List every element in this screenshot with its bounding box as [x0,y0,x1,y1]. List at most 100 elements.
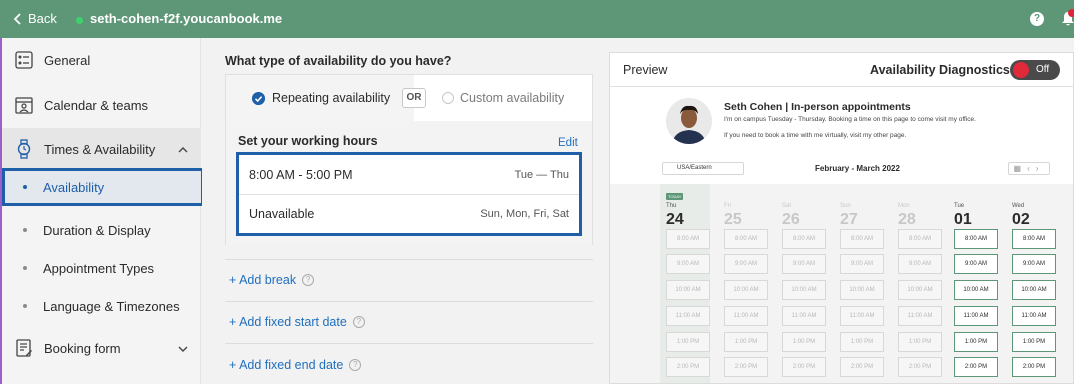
day-name: Sat [782,203,792,209]
today-tag: TODAY [666,193,684,200]
day-column: Sun 27 8:00 AM 9:00 AM 10:00 AM 11:00 AM 1:00 … [834,184,884,383]
time-slot: 2:00 PM [840,357,884,377]
working-hours-section: Set your working hours Edit 8:00 AM - 5:… [226,121,592,245]
time-slot: 9:00 AM [724,254,768,274]
time-slot: 2:00 PM [782,357,826,377]
day-column: Mon 28 8:00 AM 9:00 AM 10:00 AM 11:00 AM 1:00 … [892,184,942,383]
notification-badge [1068,9,1074,17]
sidebar-subitem-label: Duration & Display [43,222,151,238]
sidebar-subitem-duration-display[interactable]: Duration & Display [2,211,201,249]
top-bar: Back seth-cohen-f2f.youcanbook.me ? [0,0,1074,38]
time-slot[interactable]: 9:00 AM [954,254,998,274]
add-fixed-start-date-link[interactable]: + Add fixed start date ? [229,315,365,329]
time-slot[interactable]: 10:00 AM [954,280,998,300]
calendar-team-icon [15,97,33,114]
month-range: February - March 2022 [815,164,900,173]
sidebar-item-times-availability[interactable]: Times & Availability [14,139,155,159]
booking-page-description: If you need to book a time with me virtu… [724,132,907,139]
availability-type-question: What type of availability do you have? [225,54,452,68]
day-name: Mon [898,203,910,209]
add-start-label: + Add fixed start date [229,315,347,329]
general-settings-icon [15,51,33,69]
sidebar-subitem-label: Availability [43,179,105,195]
timezone-select[interactable]: USA/Eastern [662,162,744,175]
day-number: 01 [954,211,972,228]
sidebar-item-label: Booking form [44,340,121,356]
help-circle-icon[interactable]: ? [349,359,362,371]
back-button[interactable]: Back [14,11,57,26]
repeating-availability-option[interactable]: Repeating availability [226,75,414,121]
day-number: 25 [724,211,742,228]
avatar [666,98,712,144]
hours-row[interactable]: 8:00 AM - 5:00 PM Tue — Thu [239,155,579,194]
person-icon [666,98,712,144]
sidebar-item-label: Times & Availability [44,141,156,157]
time-slot: 1:00 PM [840,332,884,352]
availability-card: Repeating availability OR Custom availab… [225,74,593,245]
time-slot[interactable]: 2:00 PM [1012,357,1056,377]
check-circle-icon [252,91,265,105]
add-break-link[interactable]: + Add break ? [229,273,315,287]
add-end-label: + Add fixed end date [229,358,344,372]
time-slot: 1:00 PM [898,332,942,352]
hours-time: Unavailable [249,207,315,221]
time-slot[interactable]: 2:00 PM [954,357,998,377]
time-slot[interactable]: 9:00 AM [1012,254,1056,274]
bullet-icon [23,304,27,308]
hours-row[interactable]: Unavailable Sun, Mon, Fri, Sat [239,194,579,233]
or-divider: OR [402,88,426,108]
sidebar-subitem-language-timezones[interactable]: Language & Timezones [2,287,201,325]
time-slot[interactable]: 8:00 AM [1012,229,1056,249]
time-slot[interactable]: 11:00 AM [1012,306,1056,326]
add-fixed-end-date-link[interactable]: + Add fixed end date ? [229,358,362,372]
time-slot[interactable]: 11:00 AM [954,306,998,326]
help-icon[interactable]: ? [1030,12,1044,26]
bullet-icon [23,185,27,189]
sidebar-subitem-label: Language & Timezones [43,298,180,314]
sidebar-subitem-appointment-types[interactable]: Appointment Types [2,249,201,287]
status-dot-icon [76,17,83,24]
time-slot: 10:00 AM [782,280,826,300]
working-hours-list[interactable]: 8:00 AM - 5:00 PM Tue — Thu Unavailable … [236,152,582,236]
time-slot[interactable]: 10:00 AM [1012,280,1056,300]
edit-hours-link[interactable]: Edit [558,137,578,149]
time-slot: 2:00 PM [898,357,942,377]
time-slot: 9:00 AM [666,254,710,274]
sidebar-item-calendar[interactable]: Calendar & teams [14,95,148,115]
booking-page-preview: Seth Cohen | In-person appointments I'm … [610,88,1073,383]
time-slot: 10:00 AM [666,280,710,300]
chevron-up-icon[interactable] [178,145,188,155]
diagnostics-toggle[interactable]: Off [1010,60,1060,80]
time-slot: 8:00 AM [724,229,768,249]
time-slot: 1:00 PM [666,332,710,352]
divider [225,343,593,344]
add-break-label: + Add break [229,273,297,287]
booking-page-description: I'm on campus Tuesday - Thursday. Bookin… [724,116,976,123]
availability-diagnostics-label: Availability Diagnostics [870,63,1010,77]
time-slot[interactable]: 1:00 PM [954,332,998,352]
time-slot: 8:00 AM [666,229,710,249]
day-column: Fri 25 8:00 AM 9:00 AM 10:00 AM 11:00 AM 1:00 … [718,184,768,383]
booking-page-title: Seth Cohen | In-person appointments [724,101,911,113]
hours-days: Sun, Mon, Fri, Sat [480,208,569,220]
help-circle-icon[interactable]: ? [352,316,365,328]
sidebar-item-general[interactable]: General [14,50,90,70]
time-slot: 9:00 AM [840,254,884,274]
booking-page-url[interactable]: seth-cohen-f2f.youcanbook.me [90,11,282,26]
calendar-nav-buttons[interactable]: ▦‹› [1008,162,1050,175]
hours-days: Tue — Thu [514,168,569,181]
time-slot: 11:00 AM [666,306,710,326]
time-slot: 10:00 AM [724,280,768,300]
sidebar: General Calendar & teams Times & Availab… [0,38,204,384]
sidebar-subitem-availability[interactable]: Availability [2,168,204,206]
time-slot[interactable]: 1:00 PM [1012,332,1056,352]
bullet-icon [23,266,27,270]
sidebar-item-booking-form[interactable]: Booking form [14,338,121,358]
custom-availability-option[interactable]: Custom availability [442,75,564,121]
chevron-down-icon[interactable] [178,344,188,354]
time-slot[interactable]: 8:00 AM [954,229,998,249]
availability-settings: What type of availability do you have? R… [202,38,608,384]
time-slot: 1:00 PM [782,332,826,352]
day-number: 27 [840,211,858,228]
help-circle-icon[interactable]: ? [302,274,315,286]
